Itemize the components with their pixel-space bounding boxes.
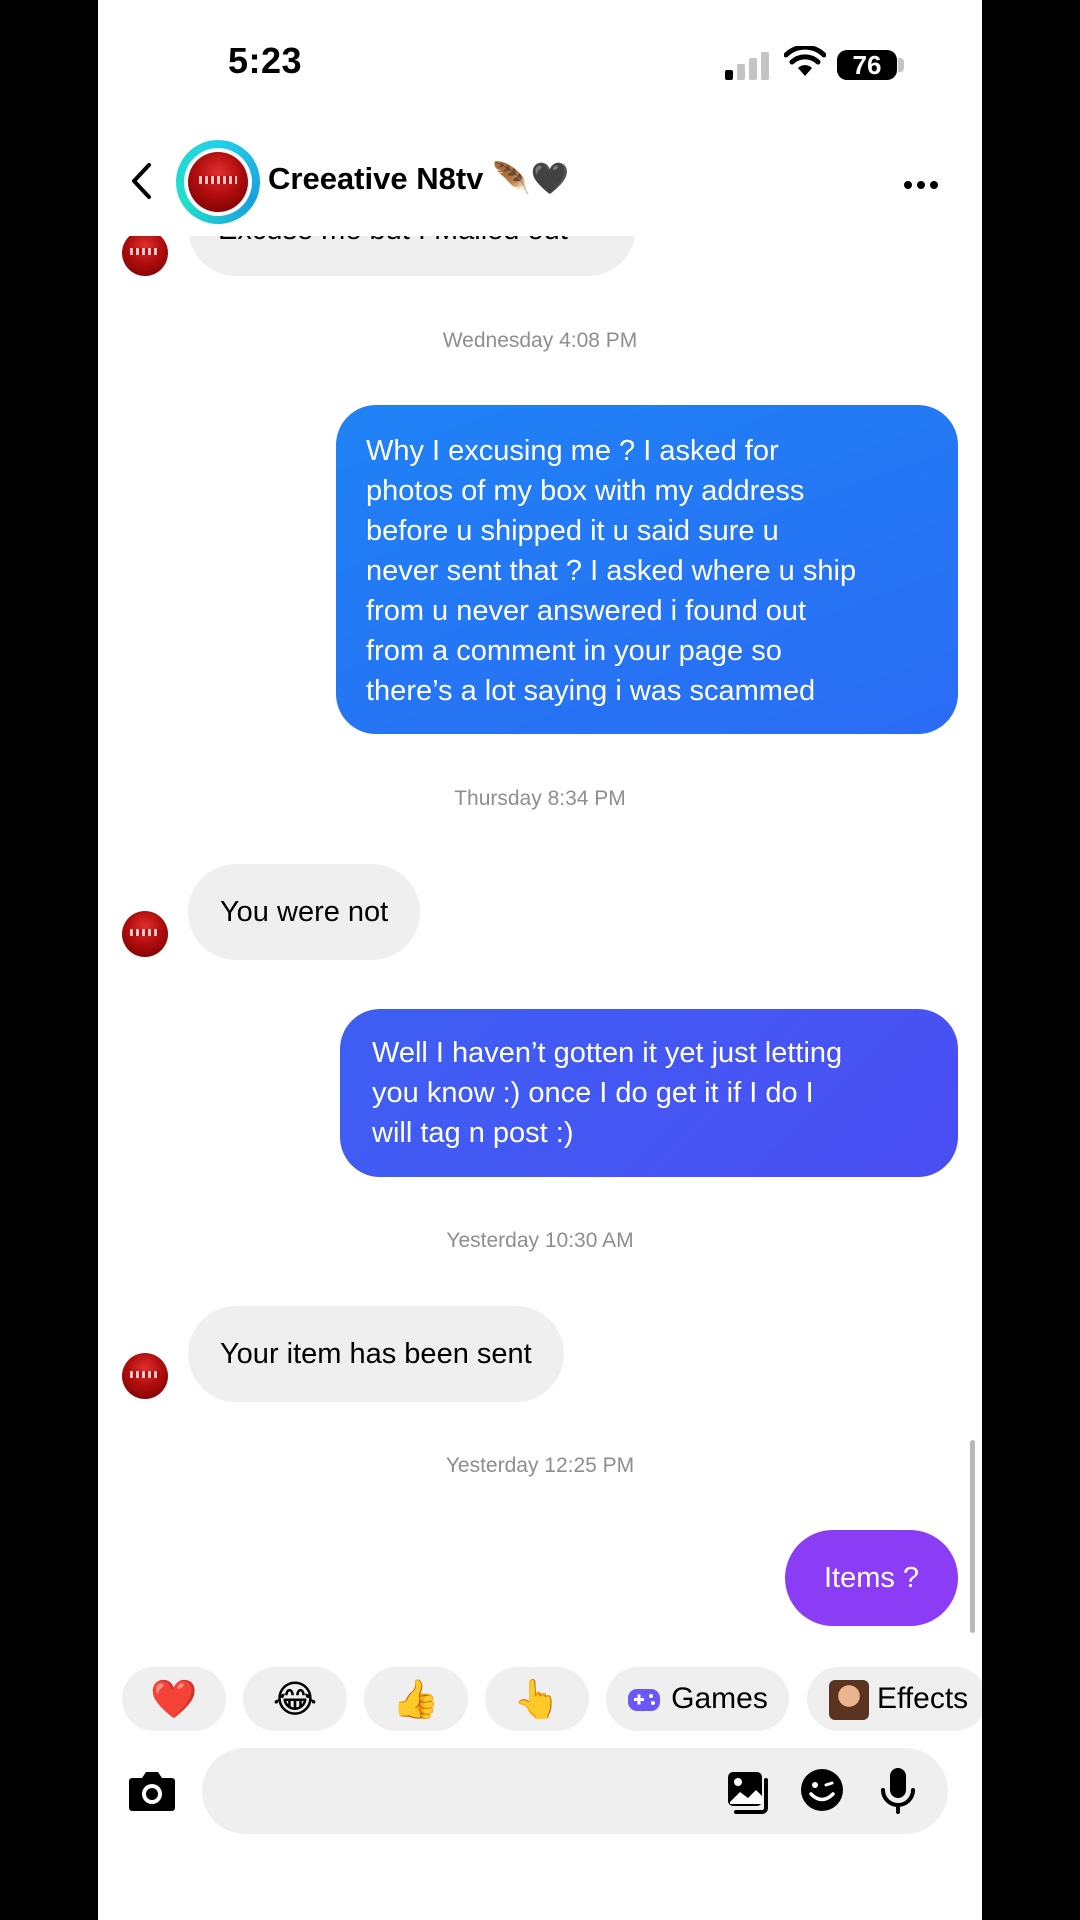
message-timestamp: Thursday 8:34 PM	[454, 787, 626, 810]
message-timestamp: Yesterday 12:25 PM	[445, 1454, 635, 1477]
scrollbar[interactable]	[970, 1440, 975, 1633]
message-line: before u shipped it u said sure u	[366, 515, 779, 547]
camera-icon[interactable]	[128, 1768, 176, 1812]
back-chevron-icon[interactable]	[130, 162, 152, 200]
effects-label: Effects	[877, 1682, 969, 1715]
message-line: from a comment in your page so	[366, 635, 782, 667]
laughing-face-icon: 😂	[272, 1679, 318, 1722]
quick-reaction-heart[interactable]: ❤️	[122, 1667, 226, 1731]
message-line: there’s a lot saying i was scammed	[366, 675, 816, 707]
message-timestamp: Yesterday 10:30 AM	[446, 1229, 634, 1252]
outgoing-message-bubble[interactable]: Why I excusing me ? I asked for photos o…	[336, 405, 958, 734]
effects-button[interactable]: Effects	[807, 1667, 982, 1731]
message-line: photos of my box with my address	[366, 475, 805, 507]
contact-name[interactable]: Creeative N8tv 🪶🖤	[268, 160, 569, 197]
incoming-message-text: You were not	[220, 896, 389, 928]
message-line: will tag n post :)	[372, 1117, 574, 1149]
message-line: never sent that ? I asked where u ship	[366, 555, 857, 587]
thumbs-up-icon: 👍	[392, 1679, 440, 1722]
quick-reaction-point[interactable]: 👆	[485, 1667, 589, 1731]
gallery-icon[interactable]	[726, 1770, 772, 1814]
sticker-icon[interactable]	[800, 1768, 844, 1812]
games-button[interactable]: Games	[606, 1667, 789, 1731]
incoming-message-text: Your item has been sent	[220, 1338, 532, 1370]
message-line: you know :) once I do get it if I do I	[372, 1077, 814, 1109]
status-time: 5:23	[228, 40, 303, 81]
game-controller-icon	[628, 1689, 661, 1712]
heart-icon: ❤️	[150, 1679, 198, 1722]
cellular-signal-icon	[725, 50, 777, 80]
incoming-message-bubble[interactable]: You were not	[188, 864, 421, 960]
contact-avatar[interactable]	[122, 1353, 168, 1399]
phone-screen: 5:23 76 Excuse me but I Mailed out Creea…	[98, 0, 982, 1920]
contact-avatar[interactable]	[122, 911, 168, 957]
message-timestamp: Wednesday 4:08 PM	[442, 329, 638, 352]
wifi-icon	[784, 46, 826, 76]
message-line: Well I haven’t gotten it yet just lettin…	[372, 1037, 843, 1069]
message-line: Why I excusing me ? I asked for	[366, 435, 779, 467]
message-line: from u never answered i found out	[366, 595, 807, 627]
outgoing-message-bubble[interactable]: Well I haven’t gotten it yet just lettin…	[340, 1009, 958, 1177]
header-avatar[interactable]	[188, 152, 248, 212]
outgoing-message-bubble[interactable]: Items ?	[785, 1530, 958, 1626]
more-options-icon[interactable]	[904, 176, 943, 194]
quick-reaction-thumbs-up[interactable]: 👍	[364, 1667, 468, 1731]
quick-reaction-laugh[interactable]: 😂	[243, 1667, 347, 1731]
outgoing-message-text: Items ?	[823, 1562, 920, 1594]
games-label: Games	[671, 1682, 768, 1715]
incoming-message-bubble[interactable]: Your item has been sent	[188, 1306, 564, 1402]
battery-icon: 76	[837, 50, 897, 80]
pointing-hand-icon: 👆	[513, 1679, 561, 1722]
effects-thumbnail	[829, 1680, 869, 1721]
battery-tip	[898, 58, 904, 72]
contact-avatar[interactable]	[122, 230, 168, 276]
microphone-icon[interactable]	[880, 1766, 916, 1814]
